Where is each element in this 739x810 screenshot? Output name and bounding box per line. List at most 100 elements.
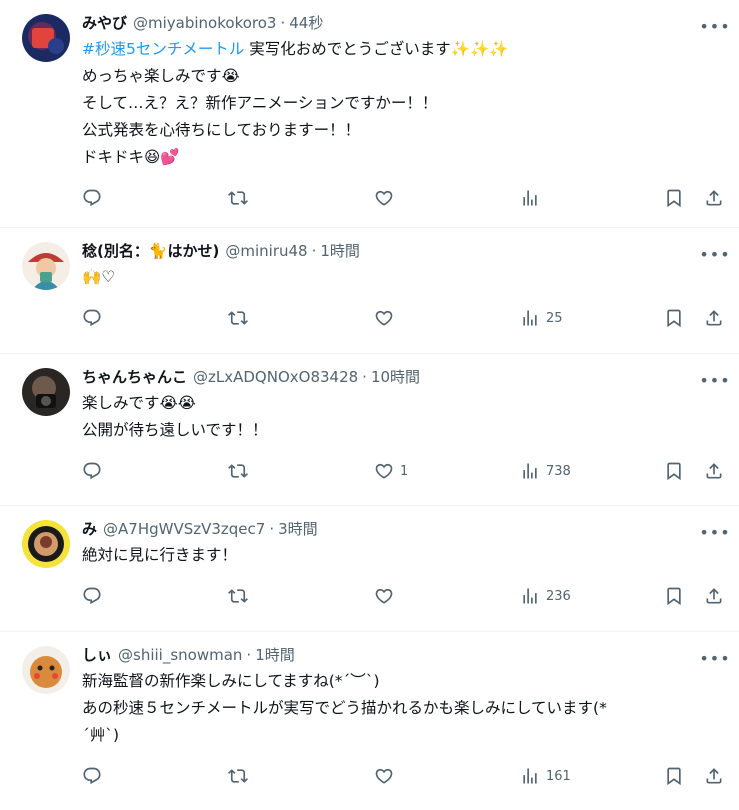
reply-item[interactable]: ••• しぃ @shiii_snowman · 1時間 新海監督の新作楽しみにし… bbox=[0, 632, 739, 810]
user-handle[interactable]: @miyabinokokoro3 bbox=[133, 13, 276, 33]
user-handle[interactable]: @miniru48 bbox=[225, 241, 307, 261]
share-button[interactable] bbox=[704, 301, 724, 335]
bookmark-button[interactable] bbox=[664, 759, 684, 793]
user-handle[interactable]: @zLxADQNOxO83428 bbox=[193, 367, 358, 387]
share-button[interactable] bbox=[704, 759, 724, 793]
text-line: ドキドキ😆💕 bbox=[82, 148, 180, 166]
reply-item[interactable]: ••• 稔(別名：🐈はかせ) @miniru48 · 1時間 🙌♡ 25 bbox=[0, 228, 739, 354]
repost-icon bbox=[228, 586, 248, 606]
reply-item[interactable]: ••• みやび @miyabinokokoro3 · 44秒 #秒速5センチメー… bbox=[0, 0, 739, 228]
display-name[interactable]: しぃ bbox=[82, 645, 112, 665]
avatar[interactable] bbox=[22, 14, 70, 62]
views-button[interactable]: 25 bbox=[520, 301, 563, 335]
text-line: 公開が待ち遠しいです！！ bbox=[82, 421, 268, 439]
text-line: めっちゃ楽しみです😭 bbox=[82, 67, 240, 85]
more-icon[interactable]: ••• bbox=[699, 648, 729, 668]
bookmark-icon bbox=[664, 461, 684, 481]
share-button[interactable] bbox=[704, 454, 724, 488]
reply-button[interactable] bbox=[82, 579, 108, 613]
reply-text: 新海監督の新作楽しみにしてますね(*´︶`) あの秒速５センチメートルが実写でど… bbox=[82, 668, 723, 749]
views-count: 25 bbox=[546, 310, 563, 326]
views-button[interactable]: 236 bbox=[520, 579, 571, 613]
reply-button[interactable] bbox=[82, 301, 108, 335]
display-name[interactable]: ちゃんちゃんこ bbox=[82, 367, 187, 387]
reply-icon bbox=[82, 188, 102, 208]
bookmark-button[interactable] bbox=[664, 181, 684, 215]
views-button[interactable]: 161 bbox=[520, 759, 571, 793]
views-icon bbox=[520, 461, 540, 481]
share-icon bbox=[704, 586, 724, 606]
like-icon bbox=[374, 188, 394, 208]
like-button[interactable] bbox=[374, 181, 400, 215]
more-icon[interactable]: ••• bbox=[699, 522, 729, 542]
more-icon[interactable]: ••• bbox=[699, 370, 729, 390]
display-name[interactable]: みやび bbox=[82, 13, 127, 33]
like-button[interactable] bbox=[374, 579, 400, 613]
avatar[interactable] bbox=[22, 368, 70, 416]
bookmark-button[interactable] bbox=[664, 454, 684, 488]
views-button[interactable]: 738 bbox=[520, 454, 571, 488]
reply-icon bbox=[82, 461, 102, 481]
share-button[interactable] bbox=[704, 181, 724, 215]
action-bar: 161 bbox=[82, 759, 723, 793]
views-count: 161 bbox=[546, 768, 571, 784]
bookmark-icon bbox=[664, 586, 684, 606]
timestamp[interactable]: 1時間 bbox=[320, 241, 360, 261]
like-button[interactable]: 1 bbox=[374, 454, 408, 488]
repost-icon bbox=[228, 461, 248, 481]
likes-count: 1 bbox=[400, 463, 409, 479]
more-icon[interactable]: ••• bbox=[699, 244, 729, 264]
display-name[interactable]: み bbox=[82, 519, 97, 539]
timestamp[interactable]: 1時間 bbox=[255, 645, 295, 665]
more-icon[interactable]: ••• bbox=[699, 16, 729, 36]
timestamp[interactable]: 44秒 bbox=[289, 13, 323, 33]
text-line: 絶対に見に行きます！ bbox=[82, 546, 238, 564]
reply-item[interactable]: ••• ちゃんちゃんこ @zLxADQNOxO83428 · 10時間 楽しみで… bbox=[0, 354, 739, 506]
like-icon bbox=[374, 461, 394, 481]
avatar[interactable] bbox=[22, 520, 70, 568]
repost-button[interactable] bbox=[228, 454, 254, 488]
timestamp[interactable]: 3時間 bbox=[278, 519, 318, 539]
share-button[interactable] bbox=[704, 579, 724, 613]
repost-icon bbox=[228, 308, 248, 328]
reply-button[interactable] bbox=[82, 181, 108, 215]
action-bar: 1 738 bbox=[82, 454, 723, 488]
like-button[interactable] bbox=[374, 759, 400, 793]
repost-icon bbox=[228, 766, 248, 786]
text-line: 楽しみです😭😭 bbox=[82, 394, 196, 412]
like-icon bbox=[374, 308, 394, 328]
text-line: 新海監督の新作楽しみにしてますね(*´︶`) bbox=[82, 672, 380, 690]
action-bar: 236 bbox=[82, 579, 723, 613]
timestamp[interactable]: 10時間 bbox=[371, 367, 420, 387]
bookmark-icon bbox=[664, 308, 684, 328]
reply-button[interactable] bbox=[82, 454, 108, 488]
views-button[interactable] bbox=[520, 181, 546, 215]
bookmark-button[interactable] bbox=[664, 301, 684, 335]
repost-button[interactable] bbox=[228, 181, 254, 215]
reply-icon bbox=[82, 766, 102, 786]
user-handle[interactable]: @shiii_snowman bbox=[118, 645, 242, 665]
avatar[interactable] bbox=[22, 646, 70, 694]
repost-button[interactable] bbox=[228, 301, 254, 335]
separator-dot: · bbox=[362, 368, 367, 386]
display-name[interactable]: 稔(別名：🐈はかせ) bbox=[82, 241, 219, 261]
user-handle[interactable]: @A7HgWVSzV3zqec7 bbox=[103, 519, 265, 539]
views-icon bbox=[520, 188, 540, 208]
bookmark-button[interactable] bbox=[664, 579, 684, 613]
hashtag-link[interactable]: #秒速5センチメートル bbox=[82, 40, 244, 58]
action-bar: 25 bbox=[82, 301, 723, 335]
separator-dot: · bbox=[311, 242, 317, 260]
reply-button[interactable] bbox=[82, 759, 108, 793]
text-line: ´艸`) bbox=[82, 726, 120, 744]
bookmark-icon bbox=[664, 766, 684, 786]
like-icon bbox=[374, 586, 394, 606]
repost-button[interactable] bbox=[228, 759, 254, 793]
repost-button[interactable] bbox=[228, 579, 254, 613]
share-icon bbox=[704, 766, 724, 786]
avatar[interactable] bbox=[22, 242, 70, 290]
share-icon bbox=[704, 308, 724, 328]
text-line: そして…え？え？新作アニメーションですかー！！ bbox=[82, 94, 438, 112]
reply-item[interactable]: ••• み @A7HgWVSzV3zqec7 · 3時間 絶対に見に行きます！ … bbox=[0, 506, 739, 632]
reply-icon bbox=[82, 308, 102, 328]
like-button[interactable] bbox=[374, 301, 400, 335]
